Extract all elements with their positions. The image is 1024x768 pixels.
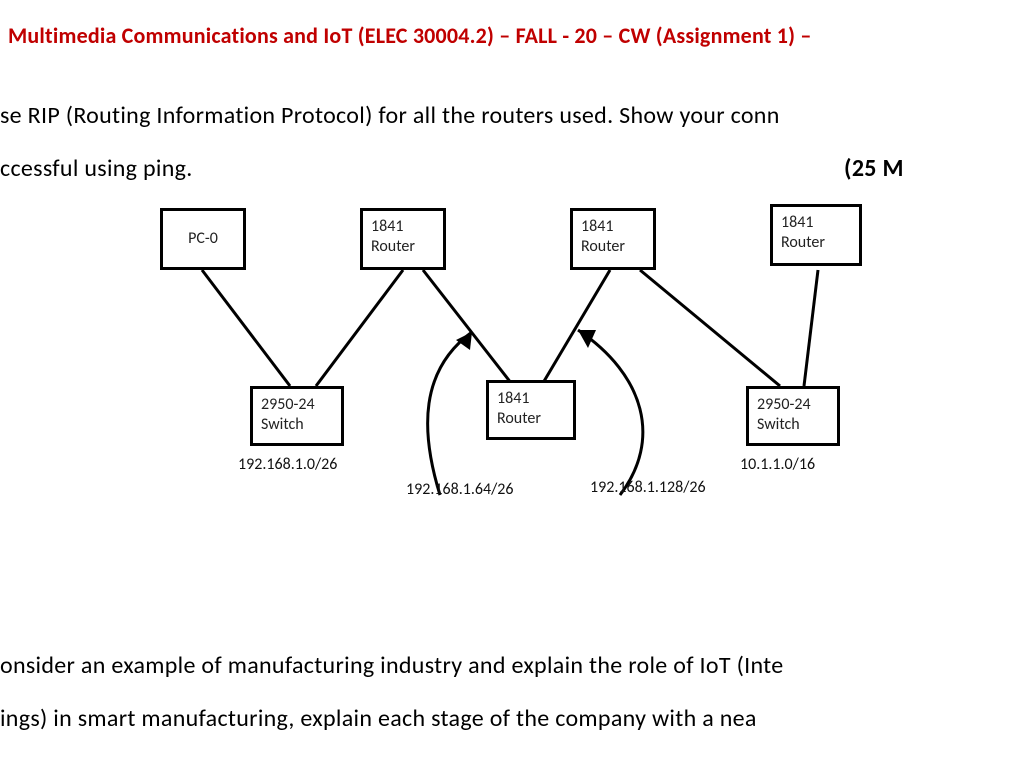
arrow-2-curve: [578, 330, 643, 495]
node-router-bottom-middle: 1841 Router: [486, 380, 576, 440]
link-routerTM-routerBM: [540, 270, 610, 388]
link-routerTM-switchR: [640, 270, 780, 386]
link-routerTR-switchR: [804, 270, 818, 386]
node-router-tr-l1: 1841: [781, 213, 851, 233]
q2-line1: onsider an example of manufacturing indu…: [0, 640, 1024, 693]
page-root: Multimedia Communications and IoT (ELEC …: [0, 0, 1024, 768]
question-paragraph-1: se RIP (Routing Information Protocol) fo…: [0, 90, 1024, 196]
node-switch-right-l1: 2950-24: [757, 395, 829, 415]
node-router-bm-l2: Router: [497, 409, 565, 429]
subnet-a: 192.168.1.0/26: [238, 455, 337, 474]
q2-line2: ings) in smart manufacturing, explain ea…: [0, 693, 1024, 746]
node-switch-left-l2: Switch: [261, 415, 333, 435]
subnet-b: 192.168.1.64/26: [406, 480, 514, 499]
subnet-d: 10.1.1.0/16: [740, 455, 815, 474]
arrow-2-head: [578, 330, 596, 348]
node-router-top-middle: 1841 Router: [570, 208, 656, 270]
question-paragraph-2: onsider an example of manufacturing indu…: [0, 640, 1024, 746]
link-routerTL-routerBM: [423, 270, 515, 388]
link-routerTL-switchL: [316, 270, 403, 386]
node-switch-right: 2950-24 Switch: [746, 386, 840, 446]
node-switch-left: 2950-24 Switch: [250, 386, 344, 446]
q1-marks: (25 M: [844, 154, 904, 183]
node-router-top-right: 1841 Router: [770, 204, 862, 266]
node-router-tl-l1: 1841: [371, 217, 435, 237]
node-pc0: PC-0: [160, 208, 246, 270]
q1-line1: se RIP (Routing Information Protocol) fo…: [0, 90, 1024, 143]
node-switch-right-l2: Switch: [757, 415, 829, 435]
node-router-tl-l2: Router: [371, 237, 435, 257]
arrow-1-curve: [428, 332, 472, 495]
page-title: Multimedia Communications and IoT (ELEC …: [8, 22, 1024, 49]
node-pc0-label: PC-0: [188, 229, 218, 249]
node-router-top-left: 1841 Router: [360, 208, 446, 270]
arrow-1-head: [456, 332, 472, 350]
node-router-tm-l1: 1841: [581, 217, 645, 237]
q1-line2-text: ccessful using ping.: [0, 154, 193, 183]
subnet-c: 192.168.1.128/26: [590, 478, 706, 497]
node-router-tr-l2: Router: [781, 233, 851, 253]
node-switch-left-l1: 2950-24: [261, 395, 333, 415]
network-diagram: PC-0 1841 Router 1841 Router 1841 Router…: [120, 200, 930, 560]
link-pc0-switchL: [202, 270, 290, 386]
node-router-tm-l2: Router: [581, 237, 645, 257]
q1-line2: ccessful using ping. (25 M: [0, 143, 1024, 196]
node-router-bm-l1: 1841: [497, 389, 565, 409]
